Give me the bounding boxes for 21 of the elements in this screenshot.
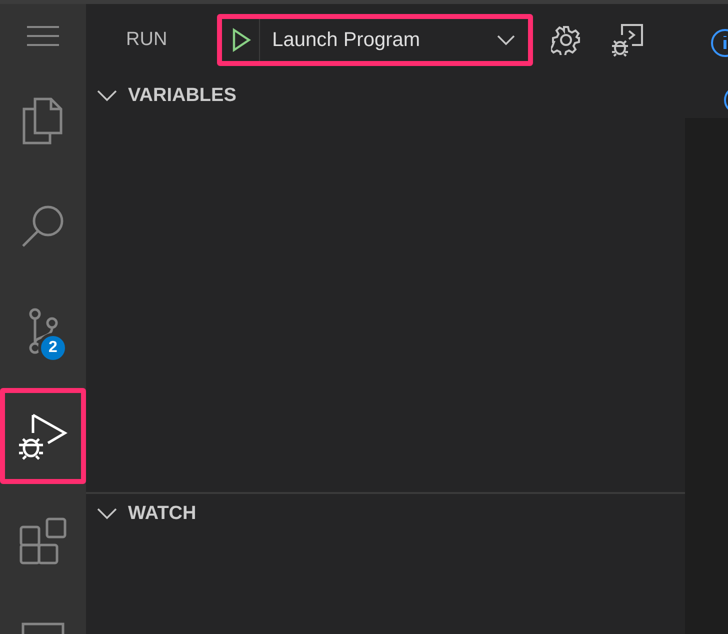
chevron-down-icon xyxy=(496,34,516,46)
section-header[interactable]: WATCH xyxy=(86,494,685,534)
play-icon xyxy=(230,28,251,52)
configuration-name: Launch Program xyxy=(272,28,422,53)
section-title: WATCH xyxy=(128,502,196,526)
launch-configuration-selector[interactable]: Launch Program xyxy=(217,14,534,66)
debug-console-icon xyxy=(610,23,644,57)
debug-console-button[interactable] xyxy=(609,22,646,58)
count-badge: 2 xyxy=(38,333,68,363)
menu-icon xyxy=(26,24,60,48)
activity-bar-item[interactable]: 2 xyxy=(0,278,86,383)
chevron-down-icon xyxy=(96,89,118,103)
section-header[interactable]: VARIABLES xyxy=(86,76,685,116)
settings-icon xyxy=(551,25,582,55)
extensions-icon xyxy=(19,516,67,564)
activity-bar-item[interactable] xyxy=(0,388,86,484)
sidebar-title: RUN xyxy=(126,28,168,52)
chevron-down-icon xyxy=(96,507,118,521)
source-control-icon xyxy=(28,308,58,354)
section-title: VARIABLES xyxy=(128,84,236,108)
files-icon xyxy=(21,96,65,144)
